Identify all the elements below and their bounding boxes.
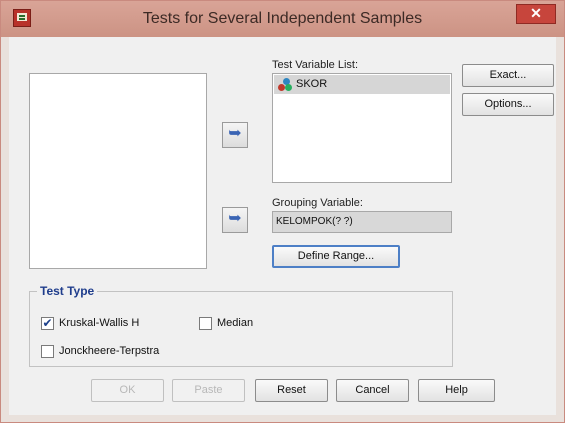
close-button[interactable]: ✕: [516, 4, 556, 24]
median-label[interactable]: Median: [217, 317, 253, 329]
median-checkbox[interactable]: [199, 317, 212, 330]
help-button[interactable]: Help: [418, 379, 495, 402]
dialog-window: Tests for Several Independent Samples ✕ …: [0, 0, 565, 423]
dialog-title: Tests for Several Independent Samples: [142, 10, 423, 27]
title-bar[interactable]: Tests for Several Independent Samples ✕: [1, 1, 564, 37]
cancel-button[interactable]: Cancel: [336, 379, 409, 402]
exact-button[interactable]: Exact...: [462, 64, 554, 87]
dialog-body: ➥ ➥ Test Variable List: SKOR Grouping Va…: [9, 37, 556, 415]
test-variable-list[interactable]: SKOR: [272, 73, 452, 183]
test-variable-list-label: Test Variable List:: [272, 59, 359, 71]
grouping-variable-field[interactable]: KELOMPOK(? ?): [272, 211, 452, 233]
kruskal-wallis-checkbox[interactable]: ✔: [41, 317, 54, 330]
scale-variable-icon: [278, 78, 292, 91]
move-to-grouping-arrow-icon[interactable]: ➥: [222, 207, 248, 233]
source-variable-list[interactable]: [29, 73, 207, 269]
test-variable-item[interactable]: SKOR: [274, 75, 450, 94]
reset-button[interactable]: Reset: [255, 379, 328, 402]
options-button[interactable]: Options...: [462, 93, 554, 116]
kruskal-wallis-label[interactable]: Kruskal-Wallis H: [59, 317, 139, 329]
move-to-test-list-arrow-icon[interactable]: ➥: [222, 122, 248, 148]
jonckheere-terpstra-checkbox[interactable]: [41, 345, 54, 358]
test-type-legend: Test Type: [37, 284, 98, 298]
define-range-button[interactable]: Define Range...: [272, 245, 400, 268]
grouping-variable-label: Grouping Variable:: [272, 197, 363, 209]
jonckheere-terpstra-label[interactable]: Jonckheere-Terpstra: [59, 345, 159, 357]
ok-button[interactable]: OK: [91, 379, 164, 402]
paste-button[interactable]: Paste: [172, 379, 245, 402]
test-variable-name: SKOR: [296, 78, 328, 90]
